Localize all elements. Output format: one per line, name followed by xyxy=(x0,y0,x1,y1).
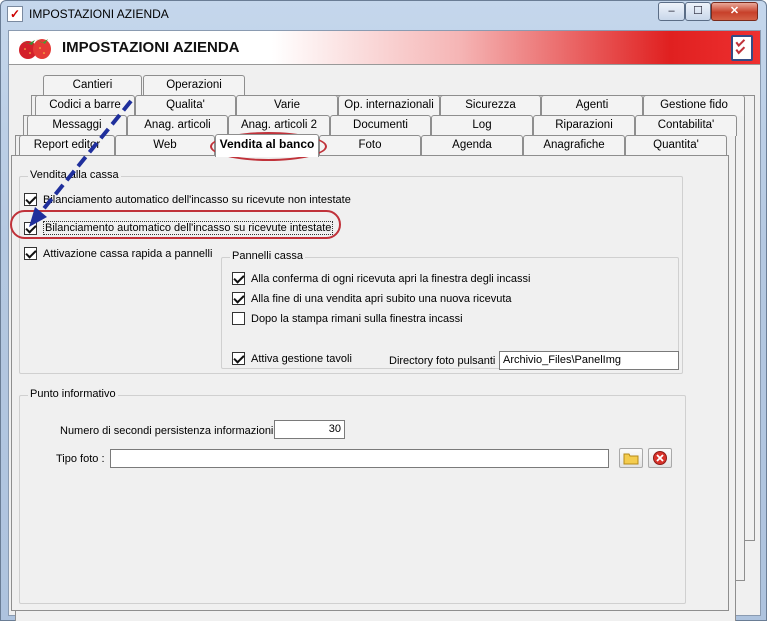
checkbox-rimani-finestra-incassi[interactable]: Dopo la stampa rimani sulla finestra inc… xyxy=(232,312,463,325)
checkbox-nuova-ricevuta[interactable]: Alla fine di una vendita apri subito una… xyxy=(232,292,512,305)
clear-photo-button[interactable] xyxy=(648,448,672,468)
seconds-input[interactable]: 30 xyxy=(274,420,345,439)
tab-contabilita[interactable]: Contabilita' xyxy=(635,115,737,136)
checkbox-cassa-rapida[interactable]: Attivazione cassa rapida a pannelli xyxy=(24,247,212,260)
directory-label: Directory foto pulsanti : xyxy=(389,355,502,367)
group-title-punto-informativo: Punto informativo xyxy=(28,388,118,400)
header-title: IMPOSTAZIONI AZIENDA xyxy=(62,39,240,56)
checkbox-apri-finestra-incassi[interactable]: Alla conferma di ogni ricevuta apri la f… xyxy=(232,272,530,285)
group-punto-informativo: Punto informativo Numero di secondi pers… xyxy=(19,388,686,604)
tab-sicurezza[interactable]: Sicurezza xyxy=(440,95,541,116)
tab-log[interactable]: Log xyxy=(431,115,533,136)
seconds-label: Numero di secondi persistenza informazio… xyxy=(60,425,280,437)
checkbox-label: Alla fine di una vendita apri subito una… xyxy=(251,292,512,305)
app-window: ✓ IMPOSTAZIONI AZIENDA – ☐ ✕ IMPOSTAZION… xyxy=(0,0,767,621)
checkbox-label: Dopo la stampa rimani sulla finestra inc… xyxy=(251,312,463,325)
checkbox-box[interactable] xyxy=(232,352,245,365)
checkbox-box[interactable] xyxy=(232,272,245,285)
close-button[interactable]: ✕ xyxy=(711,2,758,21)
strawberry-logo-icon xyxy=(19,39,51,59)
tab-agenda[interactable]: Agenda xyxy=(421,135,523,156)
checkbox-box[interactable] xyxy=(232,312,245,325)
checkbox-label: Alla conferma di ogni ricevuta apri la f… xyxy=(251,272,531,285)
tab-agenti[interactable]: Agenti xyxy=(541,95,643,116)
checkbox-box[interactable] xyxy=(232,292,245,305)
tab-foto[interactable]: Foto xyxy=(319,135,421,156)
group-title-pannelli-cassa: Pannelli cassa xyxy=(230,250,305,262)
open-folder-button[interactable] xyxy=(619,448,643,468)
minimize-button[interactable]: – xyxy=(658,2,685,21)
tab-gestione-fido[interactable]: Gestione fido xyxy=(643,95,745,116)
tab-riparazioni[interactable]: Riparazioni xyxy=(533,115,635,136)
tab-varie[interactable]: Varie xyxy=(236,95,338,116)
header-banner: IMPOSTAZIONI AZIENDA xyxy=(9,31,760,65)
title-bar[interactable]: ✓ IMPOSTAZIONI AZIENDA – ☐ ✕ xyxy=(1,1,766,27)
checklist-icon[interactable] xyxy=(731,35,753,61)
tab-qualita[interactable]: Qualita' xyxy=(135,95,236,116)
app-check-icon: ✓ xyxy=(7,6,23,22)
checkbox-label: Attiva gestione tavoli xyxy=(251,352,352,365)
group-pannelli-cassa: Pannelli cassa Alla conferma di ogni ric… xyxy=(221,250,679,370)
maximize-button[interactable]: ☐ xyxy=(685,2,711,21)
checkbox-box[interactable] xyxy=(24,247,37,260)
tab-anag-articoli-2[interactable]: Anag. articoli 2 xyxy=(228,115,330,136)
directory-input[interactable]: Archivio_Files\PanelImg xyxy=(499,351,679,370)
tab-op-internazionali[interactable]: Op. internazionali xyxy=(338,95,440,116)
annotation-arrow xyxy=(29,99,133,227)
folder-icon xyxy=(623,453,639,465)
checkbox-label: Attivazione cassa rapida a pannelli xyxy=(43,247,213,260)
photo-label: Tipo foto : xyxy=(56,453,105,465)
tab-quantita[interactable]: Quantita' xyxy=(625,135,727,156)
window-title: IMPOSTAZIONI AZIENDA xyxy=(29,7,169,21)
tab-vendita-al-banco[interactable]: Vendita al banco xyxy=(215,134,319,157)
photo-input[interactable] xyxy=(110,449,609,468)
client-area: IMPOSTAZIONI AZIENDA Cantieri Operazioni… xyxy=(8,30,761,621)
delete-icon xyxy=(653,451,667,465)
tab-operazioni[interactable]: Operazioni xyxy=(143,75,245,96)
tab-documenti[interactable]: Documenti xyxy=(330,115,431,136)
tab-anagrafiche[interactable]: Anagrafiche xyxy=(523,135,625,156)
checkbox-gestione-tavoli[interactable]: Attiva gestione tavoli xyxy=(232,352,352,365)
